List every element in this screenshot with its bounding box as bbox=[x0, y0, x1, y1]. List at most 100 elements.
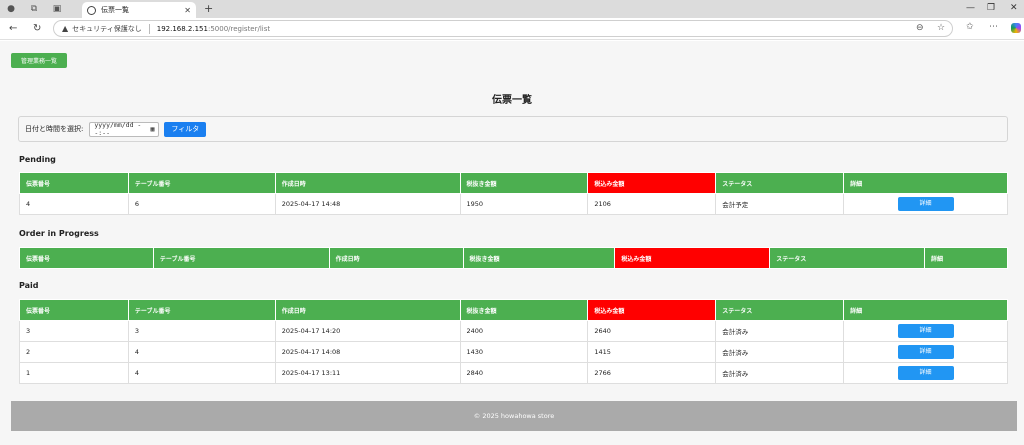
detail-button[interactable]: 詳細 bbox=[897, 324, 954, 338]
cell-table-no: 4 bbox=[127, 341, 276, 363]
col-header-taxed: 税込み金額 bbox=[587, 299, 717, 321]
cell-created: 2025-04-17 14:08 bbox=[274, 341, 461, 363]
col-header-status: ステータス bbox=[715, 299, 845, 321]
col-header-pretax: 税抜き金額 bbox=[462, 247, 616, 269]
cell-taxed: 2640 bbox=[587, 320, 717, 342]
cell-slip-no: 3 bbox=[19, 320, 129, 342]
cell-pretax: 2400 bbox=[459, 320, 589, 342]
col-header-slip-no: 伝票番号 bbox=[19, 247, 154, 269]
col-header-table-no: テーブル番号 bbox=[127, 172, 276, 194]
cell-created: 2025-04-17 14:48 bbox=[274, 193, 461, 215]
col-header-created: 作成日時 bbox=[328, 247, 464, 269]
management-menu-button[interactable]: 管理業務一覧 bbox=[11, 53, 68, 68]
col-header-table-no: テーブル番号 bbox=[127, 299, 276, 321]
section-title-paid: Paid bbox=[19, 281, 39, 290]
zoom-icon[interactable]: ⊖ bbox=[916, 23, 924, 33]
warning-icon[interactable]: ▲ bbox=[62, 24, 68, 33]
calendar-icon[interactable]: ▦ bbox=[150, 125, 154, 133]
col-header-slip-no: 伝票番号 bbox=[19, 299, 129, 321]
browser-tab[interactable]: 伝票一覧 ✕ bbox=[82, 2, 196, 18]
table-row: 3 3 2025-04-17 14:20 2400 2640 会計済み 詳細 bbox=[19, 320, 1008, 342]
section-title-pending: Pending bbox=[19, 155, 56, 164]
favorite-icon[interactable]: ☆ bbox=[937, 23, 945, 33]
address-bar[interactable]: ▲ セキュリティ保護なし 192.168.2.151 :5000/registe… bbox=[53, 20, 953, 37]
col-header-pretax: 税抜き金額 bbox=[459, 299, 589, 321]
filter-panel: 日付と時間を選択: yyyy/mm/dd --:-- ▦ フィルタ bbox=[18, 116, 1008, 142]
col-header-status: ステータス bbox=[769, 247, 926, 269]
cell-taxed: 2106 bbox=[587, 193, 717, 215]
col-header-taxed: 税込み金額 bbox=[614, 247, 771, 269]
col-header-detail: 詳細 bbox=[843, 172, 1008, 194]
cell-status: 会計済み bbox=[715, 341, 845, 363]
cell-detail: 詳細 bbox=[843, 362, 1008, 384]
minimize-icon[interactable]: — bbox=[966, 3, 975, 13]
browser-toolbar: ← ↻ ▲ セキュリティ保護なし 192.168.2.151 :5000/reg… bbox=[0, 18, 1024, 40]
tab-actions-icon[interactable]: ▣ bbox=[51, 3, 63, 15]
cell-status: 会計予定 bbox=[715, 193, 845, 215]
cell-taxed: 1415 bbox=[587, 341, 717, 363]
window-close-icon[interactable]: ✕ bbox=[1010, 3, 1018, 13]
table-header-row: 伝票番号 テーブル番号 作成日時 税抜き金額 税込み金額 ステータス 詳細 bbox=[19, 172, 1008, 194]
col-header-created: 作成日時 bbox=[274, 172, 461, 194]
cell-detail: 詳細 bbox=[843, 193, 1008, 215]
profile-icon[interactable]: ● bbox=[5, 3, 17, 15]
datetime-input[interactable]: yyyy/mm/dd --:-- ▦ bbox=[89, 121, 160, 137]
filter-label: 日付と時間を選択: bbox=[25, 125, 84, 133]
cell-status: 会計済み bbox=[715, 320, 845, 342]
workspaces-icon[interactable]: ⧉ bbox=[28, 3, 40, 15]
col-header-table-no: テーブル番号 bbox=[152, 247, 330, 269]
filter-button[interactable]: フィルタ bbox=[164, 121, 207, 137]
restore-icon[interactable]: ❐ bbox=[987, 3, 995, 13]
table-row: 4 6 2025-04-17 14:48 1950 2106 会計予定 詳細 bbox=[19, 193, 1008, 215]
table-header-row: 伝票番号 テーブル番号 作成日時 税抜き金額 税込み金額 ステータス 詳細 bbox=[19, 299, 1008, 321]
page-body: 管理業務一覧 伝票一覧 日付と時間を選択: yyyy/mm/dd --:-- ▦… bbox=[0, 41, 1024, 445]
col-header-slip-no: 伝票番号 bbox=[19, 172, 129, 194]
tab-title: 伝票一覧 bbox=[101, 6, 129, 14]
browser-tab-bar: ● ⧉ ▣ 伝票一覧 ✕ + — ❐ ✕ bbox=[0, 0, 1024, 18]
globe-icon bbox=[87, 5, 96, 15]
col-header-detail: 詳細 bbox=[924, 247, 1008, 269]
table-header-row: 伝票番号 テーブル番号 作成日時 税抜き金額 税込み金額 ステータス 詳細 bbox=[19, 247, 1008, 269]
security-label[interactable]: セキュリティ保護なし bbox=[72, 24, 142, 34]
table-row: 1 4 2025-04-17 13:11 2840 2766 会計済み 詳細 bbox=[19, 362, 1008, 384]
page-footer: © 2025 howahowa store bbox=[11, 401, 1017, 431]
address-divider bbox=[148, 23, 150, 34]
cell-pretax: 1950 bbox=[459, 193, 589, 215]
detail-button[interactable]: 詳細 bbox=[897, 366, 954, 380]
cell-slip-no: 4 bbox=[19, 193, 129, 215]
col-header-created: 作成日時 bbox=[274, 299, 461, 321]
cell-pretax: 2840 bbox=[459, 362, 589, 384]
col-header-status: ステータス bbox=[715, 172, 845, 194]
cell-status: 会計済み bbox=[715, 362, 845, 384]
col-header-pretax: 税抜き金額 bbox=[459, 172, 589, 194]
detail-button[interactable]: 詳細 bbox=[897, 345, 954, 359]
cell-pretax: 1430 bbox=[459, 341, 589, 363]
url-path: :5000/register/list bbox=[207, 24, 271, 33]
new-tab-icon[interactable]: + bbox=[204, 2, 213, 15]
reload-icon[interactable]: ↻ bbox=[33, 23, 41, 34]
table-pending: 伝票番号 テーブル番号 作成日時 税抜き金額 税込み金額 ステータス 詳細 4 … bbox=[19, 172, 1008, 215]
cell-slip-no: 1 bbox=[19, 362, 129, 384]
cell-detail: 詳細 bbox=[843, 341, 1008, 363]
close-tab-icon[interactable]: ✕ bbox=[184, 6, 191, 15]
col-header-detail: 詳細 bbox=[843, 299, 1008, 321]
cell-slip-no: 2 bbox=[19, 341, 129, 363]
table-in-progress: 伝票番号 テーブル番号 作成日時 税抜き金額 税込み金額 ステータス 詳細 bbox=[19, 247, 1008, 269]
detail-button[interactable]: 詳細 bbox=[897, 197, 954, 211]
cell-created: 2025-04-17 13:11 bbox=[274, 362, 461, 384]
cell-created: 2025-04-17 14:20 bbox=[274, 320, 461, 342]
cell-table-no: 3 bbox=[127, 320, 276, 342]
copilot-icon[interactable] bbox=[1011, 23, 1021, 33]
cell-taxed: 2766 bbox=[587, 362, 717, 384]
favorites-bar-icon[interactable]: ✩ bbox=[966, 22, 974, 32]
datetime-placeholder: yyyy/mm/dd --:-- bbox=[94, 121, 142, 137]
url-host: 192.168.2.151 bbox=[156, 24, 208, 33]
page-title: 伝票一覧 bbox=[492, 95, 532, 106]
cell-table-no: 4 bbox=[127, 362, 276, 384]
more-icon[interactable]: ⋯ bbox=[989, 22, 998, 32]
cell-table-no: 6 bbox=[127, 193, 276, 215]
cell-detail: 詳細 bbox=[843, 320, 1008, 342]
table-paid: 伝票番号 テーブル番号 作成日時 税抜き金額 税込み金額 ステータス 詳細 3 … bbox=[19, 299, 1008, 384]
col-header-taxed: 税込み金額 bbox=[587, 172, 717, 194]
back-icon[interactable]: ← bbox=[9, 23, 17, 34]
